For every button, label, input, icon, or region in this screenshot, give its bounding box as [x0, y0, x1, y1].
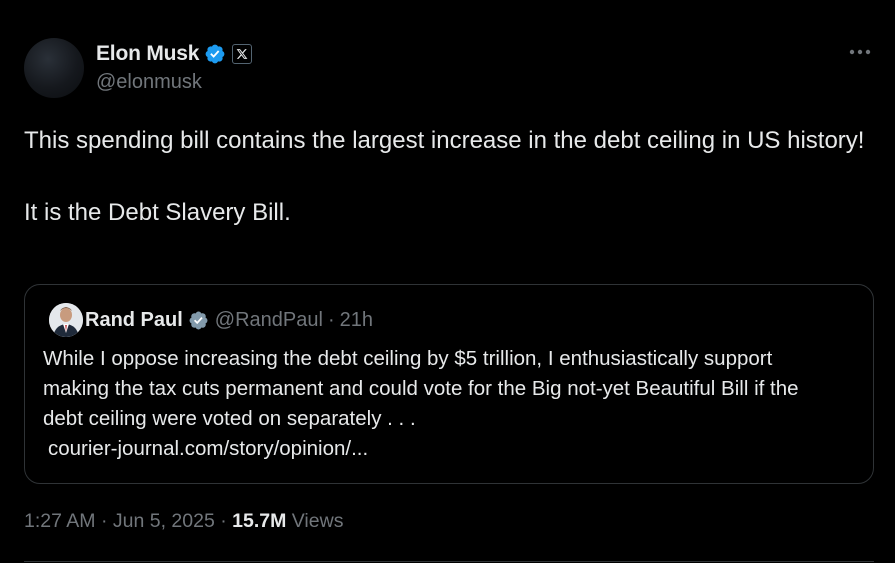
meta-separator: ·	[220, 510, 227, 532]
quoted-author-avatar[interactable]	[49, 303, 83, 337]
author-name-row: Elon Musk	[96, 40, 253, 68]
x-logo-icon[interactable]	[232, 44, 253, 64]
meta-separator: ·	[100, 510, 108, 532]
views-label: Views	[291, 510, 344, 532]
quoted-tweet-text: While I oppose increasing the debt ceili…	[43, 347, 799, 430]
tweet-time[interactable]: 1:27 AM	[24, 510, 96, 532]
quoted-separator: ·	[327, 308, 335, 331]
quoted-tweet-text-block: While I oppose increasing the debt ceili…	[43, 344, 843, 464]
quoted-link[interactable]: courier-journal.com/story/opinion/...	[43, 434, 843, 464]
author-handle[interactable]: @elonmusk	[96, 71, 202, 94]
verified-badge-icon	[205, 44, 225, 64]
views-count[interactable]: 15.7M	[232, 510, 286, 532]
tweet-meta: 1:27 AM · Jun 5, 2025 · 15.7M Views	[24, 510, 343, 533]
divider	[24, 561, 874, 562]
quoted-handle[interactable]: @RandPaul	[215, 309, 323, 332]
more-options-icon[interactable]	[848, 40, 872, 64]
author-avatar[interactable]	[24, 38, 84, 98]
tweet-date[interactable]: Jun 5, 2025	[113, 510, 215, 532]
quoted-verified-badge-icon	[189, 311, 208, 329]
quoted-name-row: Rand Paul @RandPaul · 21h	[85, 307, 373, 333]
tweet: Elon Musk @elonmusk This spending bill c…	[0, 0, 895, 563]
quoted-tweet-card[interactable]: Rand Paul @RandPaul · 21h While I oppose…	[24, 284, 874, 484]
tweet-text: This spending bill contains the largest …	[24, 127, 865, 226]
quoted-display-name[interactable]: Rand Paul	[85, 309, 183, 332]
quoted-timestamp[interactable]: 21h	[340, 309, 373, 332]
author-display-name[interactable]: Elon Musk	[96, 42, 199, 66]
